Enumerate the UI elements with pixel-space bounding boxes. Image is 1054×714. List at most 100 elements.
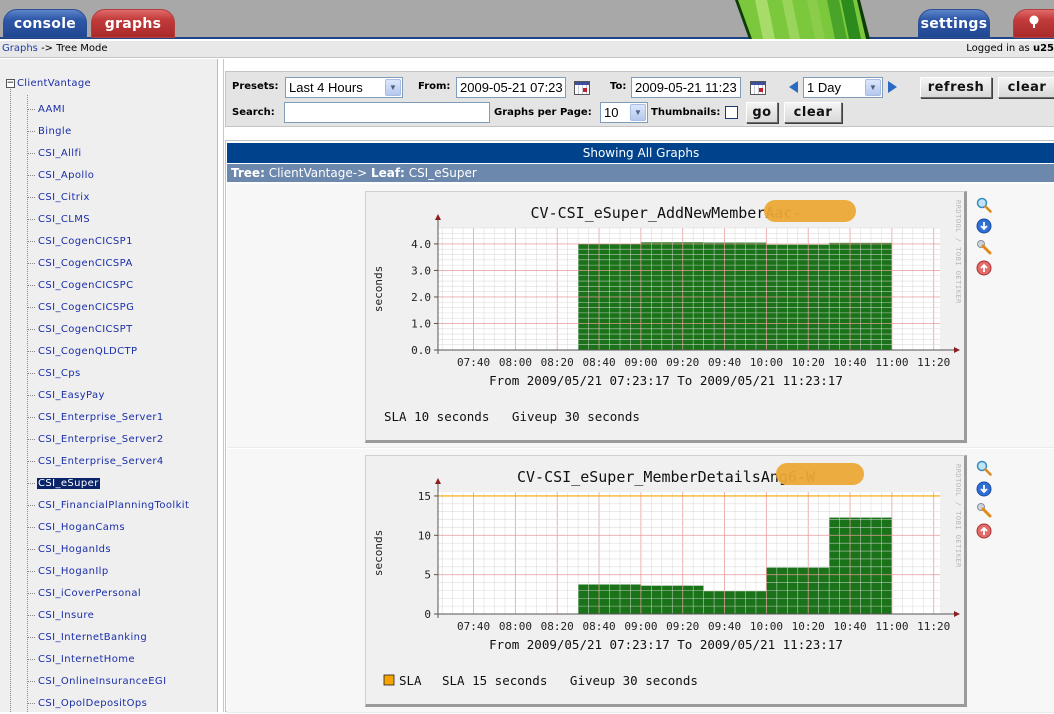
- tree-item[interactable]: CSI_HoganCams: [27, 516, 190, 538]
- rrd-graph-image[interactable]: CV-CSI_eSuper_AddNewMemberAac- 0.0 1.0 2.0 3…: [365, 191, 967, 443]
- tree-item-label[interactable]: CSI_Apollo: [37, 170, 95, 181]
- tree-item-label[interactable]: CSI_Allfi: [37, 148, 83, 159]
- legend-swatch: [383, 674, 395, 686]
- tree-item[interactable]: CSI_CLMS: [27, 208, 190, 230]
- tree-item[interactable]: Bingle: [27, 120, 190, 142]
- tree-item-label[interactable]: CSI_CogenCICSP1: [37, 236, 134, 247]
- from-date-input[interactable]: 2009-05-21 07:23: [456, 77, 566, 98]
- tree-item[interactable]: CSI_CogenCICSPT: [27, 318, 190, 340]
- tab-settings[interactable]: settings: [918, 9, 990, 38]
- tree-item[interactable]: CSI_Insure: [27, 604, 190, 626]
- shift-left-arrow-icon[interactable]: [789, 81, 798, 93]
- tree-item[interactable]: CSI_Enterprise_Server2: [27, 428, 190, 450]
- tree-item-label[interactable]: CSI_CogenCICSPC: [37, 280, 135, 291]
- tree-item[interactable]: CSI_OnlineInsuranceEGI: [27, 670, 190, 692]
- tree-item[interactable]: CSI_HoganIds: [27, 538, 190, 560]
- clear-search-button[interactable]: clear: [784, 102, 842, 123]
- search-input[interactable]: [284, 102, 490, 123]
- tree-item[interactable]: CSI_HoganIlp: [27, 560, 190, 582]
- tree-item-label[interactable]: CSI_HoganCams: [37, 522, 126, 533]
- tree-item[interactable]: CSI_CogenCICSPG: [27, 296, 190, 318]
- x-tick-label: 08:00: [499, 620, 532, 633]
- timespan-select[interactable]: 1 Day ▼: [803, 77, 883, 98]
- tree-item[interactable]: CSI_EasyPay: [27, 384, 190, 406]
- tree-item-label[interactable]: CSI_Cps: [37, 368, 82, 379]
- tree-item-label[interactable]: AAMI: [37, 104, 66, 115]
- thumbnails-checkbox[interactable]: [725, 106, 738, 119]
- tree-item[interactable]: AAMI: [27, 98, 190, 120]
- tab-tree-view[interactable]: [1013, 9, 1054, 38]
- tree-connector: [27, 460, 35, 462]
- tree-item-label[interactable]: CSI_CogenCICSPT: [37, 324, 134, 335]
- tree-item-label[interactable]: CSI_OpolDepositOps: [37, 698, 148, 709]
- tree-connector: [27, 306, 35, 308]
- wrench-icon[interactable]: [976, 239, 992, 255]
- tree-item-label[interactable]: Bingle: [37, 126, 73, 137]
- tree-path-bar: Tree: ClientVantage-> Leaf: CSI_eSuper: [227, 164, 1054, 182]
- tree-item[interactable]: CSI_CogenCICSP1: [27, 230, 190, 252]
- tree-item[interactable]: CSI_CogenQLDCTP: [27, 340, 190, 362]
- tree-item-label[interactable]: CSI_EasyPay: [37, 390, 106, 401]
- tree-item[interactable]: CSI_Cps: [27, 362, 190, 384]
- tree-item-label[interactable]: CSI_Enterprise_Server4: [37, 456, 165, 467]
- tree-item[interactable]: CSI_FinancialPlanningToolkit: [27, 494, 190, 516]
- calendar-icon[interactable]: [750, 81, 766, 95]
- tree-item-label[interactable]: CSI_iCoverPersonal: [37, 588, 142, 599]
- zoom-icon[interactable]: [976, 460, 992, 476]
- rrd-graph-image[interactable]: CV-CSI_eSuper_MemberDetailsAng6-W 0 5 10 15 s…: [365, 455, 967, 707]
- tree-item-label[interactable]: CSI_CogenCICSPA: [37, 258, 134, 269]
- tab-console[interactable]: console: [3, 9, 87, 38]
- tree-item[interactable]: CSI_Enterprise_Server1: [27, 406, 190, 428]
- download-icon[interactable]: [976, 481, 992, 497]
- tree-item-label[interactable]: CSI_OnlineInsuranceEGI: [37, 676, 167, 687]
- tree-item-label[interactable]: CSI_Enterprise_Server1: [37, 412, 165, 423]
- zoom-icon[interactable]: [976, 197, 992, 213]
- tree-item[interactable]: CSI_Apollo: [27, 164, 190, 186]
- breadcrumb-link-graphs[interactable]: Graphs: [2, 43, 38, 54]
- calendar-icon[interactable]: [574, 81, 590, 95]
- clear-dates-button[interactable]: clear: [998, 77, 1054, 98]
- tree-root-label[interactable]: ClientVantage: [17, 78, 91, 89]
- refresh-button[interactable]: refresh: [920, 77, 992, 98]
- presets-select[interactable]: Last 4 Hours ▼: [285, 77, 403, 98]
- chevron-down-icon: ▼: [865, 79, 881, 96]
- tree-item-label[interactable]: CSI_HoganIlp: [37, 566, 110, 577]
- tree-item[interactable]: CSI_CogenCICSPA: [27, 252, 190, 274]
- tree-item-label[interactable]: CSI_InternetBanking: [37, 632, 148, 643]
- tree-item-label[interactable]: CSI_eSuper: [37, 477, 100, 489]
- tab-graphs[interactable]: graphs: [91, 9, 175, 38]
- tree-item[interactable]: CSI_CogenCICSPC: [27, 274, 190, 296]
- tree-item[interactable]: CSI_OpolDepositOps: [27, 692, 190, 714]
- tree-item-label[interactable]: CSI_CLMS: [37, 214, 91, 225]
- shift-right-arrow-icon[interactable]: [888, 81, 897, 93]
- tree-item-label[interactable]: CSI_CogenCICSPG: [37, 302, 135, 313]
- up-arrow-icon[interactable]: [976, 260, 992, 276]
- tree-item[interactable]: CSI_InternetHome: [27, 648, 190, 670]
- tree-item[interactable]: CSI_InternetBanking: [27, 626, 190, 648]
- redaction-mark: [776, 463, 864, 485]
- chart-date-range: From 2009/05/21 07:23:17 To 2009/05/21 1…: [489, 373, 843, 388]
- download-icon[interactable]: [976, 218, 992, 234]
- tree-item-label[interactable]: CSI_Citrix: [37, 192, 91, 203]
- tree-item[interactable]: CSI_iCoverPersonal: [27, 582, 190, 604]
- graphs-per-page-select[interactable]: 10 ▼: [600, 102, 648, 123]
- wrench-icon[interactable]: [976, 502, 992, 518]
- tree-item[interactable]: CSI_Citrix: [27, 186, 190, 208]
- tree-item-label[interactable]: CSI_FinancialPlanningToolkit: [37, 500, 190, 511]
- up-arrow-icon[interactable]: [976, 523, 992, 539]
- tree-item-label[interactable]: CSI_CogenQLDCTP: [37, 346, 138, 357]
- tree-item-label[interactable]: CSI_Enterprise_Server2: [37, 434, 165, 445]
- tree-item[interactable]: CSI_Enterprise_Server4: [27, 450, 190, 472]
- collapse-icon[interactable]: −: [6, 79, 15, 88]
- tree-item[interactable]: CSI_Allfi: [27, 142, 190, 164]
- go-button[interactable]: go: [746, 102, 778, 123]
- tree-item-label[interactable]: CSI_InternetHome: [37, 654, 136, 665]
- rrdtool-watermark: RRDTOOL / TOBI OETIKER: [954, 200, 962, 304]
- sidebar-divider[interactable]: [218, 59, 224, 712]
- to-date-input[interactable]: 2009-05-21 11:23: [631, 77, 741, 98]
- tree-connector: [27, 394, 35, 396]
- tree-item-label[interactable]: CSI_Insure: [37, 610, 95, 621]
- tree-item-label[interactable]: CSI_HoganIds: [37, 544, 112, 555]
- tree-item[interactable]: CSI_eSuper: [27, 472, 190, 494]
- tree-root[interactable]: − ClientVantage: [6, 78, 91, 89]
